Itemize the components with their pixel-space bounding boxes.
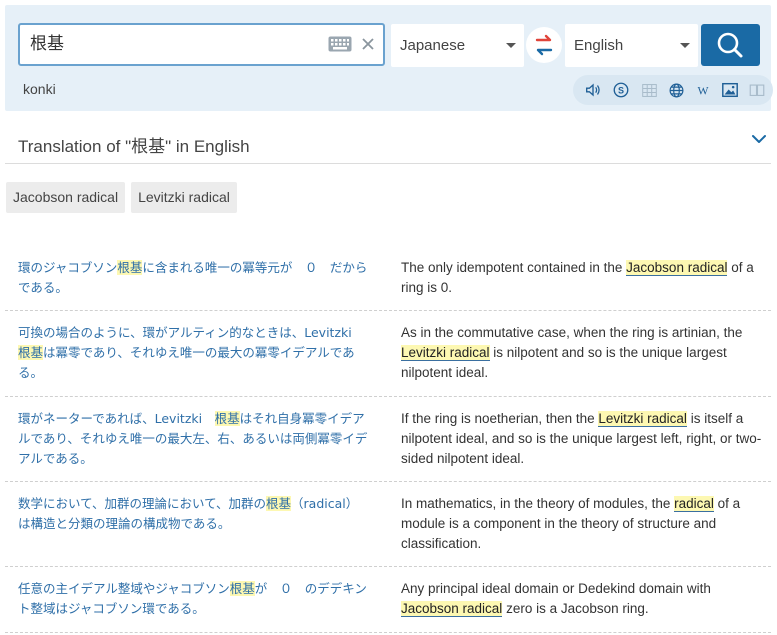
source-highlight: 根基 bbox=[214, 411, 240, 426]
romanization-text: konki bbox=[23, 81, 56, 97]
search-icon bbox=[717, 32, 743, 58]
svg-text:S: S bbox=[618, 86, 624, 96]
example-sentences: 環のジャコブソン根基に含まれる唯一の冪等元が ０ だからである。 The onl… bbox=[5, 246, 771, 633]
source-language-label: Japanese bbox=[400, 37, 466, 54]
swap-languages-button[interactable] bbox=[526, 27, 562, 63]
source-text: 環がネーターであれば、Levitzki bbox=[18, 411, 215, 426]
example-source: 環のジャコブソン根基に含まれる唯一の冪等元が ０ だからである。 bbox=[18, 258, 370, 298]
source-text: は冪零であり、それゆえ唯一の最大の冪零イデアルである。 bbox=[18, 345, 355, 380]
source-highlight: 根基 bbox=[117, 260, 143, 275]
example-source: 任意の主イデアル整域やジャコブソン根基が ０ のデデキント整域はジャコブソン環で… bbox=[18, 579, 370, 619]
source-language-select[interactable]: Japanese bbox=[391, 24, 524, 67]
chevron-down-icon[interactable] bbox=[751, 131, 767, 147]
example-row: 数学において、加群の理論において、加群の根基（radical） は構造と分類の理… bbox=[5, 482, 771, 567]
example-target: In mathematics, in the theory of modules… bbox=[401, 494, 763, 554]
example-source: 数学において、加群の理論において、加群の根基（radical） は構造と分類の理… bbox=[18, 494, 370, 534]
example-target: If the ring is noetherian, then the Levi… bbox=[401, 409, 763, 469]
keyboard-icon[interactable] bbox=[328, 36, 352, 52]
example-row: 任意の主イデアル整域やジャコブソン根基が ０ のデデキント整域はジャコブソン環で… bbox=[5, 567, 771, 633]
chevron-down-icon bbox=[506, 43, 516, 48]
example-target: The only idempotent contained in the Jac… bbox=[401, 258, 763, 298]
wikipedia-icon[interactable]: W bbox=[693, 80, 713, 100]
tools-toolbar: S W bbox=[573, 75, 773, 105]
search-button[interactable] bbox=[701, 24, 760, 66]
svg-text:W: W bbox=[697, 85, 709, 98]
example-row: 環のジャコブソン根基に含まれる唯一の冪等元が ０ だからである。 The onl… bbox=[5, 246, 771, 311]
target-text: The only idempotent contained in the bbox=[401, 260, 627, 275]
translation-chip[interactable]: Levitzki radical bbox=[131, 182, 237, 213]
example-row: 環がネーターであれば、Levitzki 根基はそれ自身冪零イデアルであり、それゆ… bbox=[5, 397, 771, 482]
search-bar: Japanese English konki S W bbox=[5, 5, 773, 111]
target-text: As in the commutative case, when the rin… bbox=[401, 325, 743, 340]
target-highlight: radical bbox=[674, 496, 714, 512]
target-text: In mathematics, in the theory of modules… bbox=[401, 496, 675, 511]
example-target: As in the commutative case, when the rin… bbox=[401, 323, 763, 383]
source-text: 任意の主イデアル整域やジャコブソン bbox=[18, 581, 230, 596]
target-text: If the ring is noetherian, then the bbox=[401, 411, 599, 426]
skype-icon[interactable]: S bbox=[611, 80, 631, 100]
source-text: 環のジャコブソン bbox=[18, 260, 118, 275]
target-text: zero is a Jacobson ring. bbox=[502, 601, 649, 616]
source-highlight: 根基 bbox=[229, 581, 255, 596]
target-highlight: Levitzki radical bbox=[401, 345, 490, 361]
translation-section-header[interactable]: Translation of "根基" in English bbox=[5, 122, 771, 164]
source-highlight: 根基 bbox=[18, 345, 44, 360]
close-icon[interactable] bbox=[360, 36, 376, 52]
example-source: 可換の場合のように、環がアルティン的なときは、Levitzki 根基は冪零であり… bbox=[18, 323, 370, 383]
target-text: Any principal ideal domain or Dedekind d… bbox=[401, 581, 711, 596]
search-box bbox=[18, 23, 385, 66]
image-icon[interactable] bbox=[720, 80, 740, 100]
search-input[interactable] bbox=[30, 25, 320, 64]
book-icon[interactable] bbox=[747, 80, 767, 100]
target-highlight: Jacobson radical bbox=[626, 260, 728, 276]
translation-chips: Jacobson radical Levitzki radical bbox=[6, 182, 237, 213]
speaker-icon[interactable] bbox=[583, 80, 603, 100]
target-highlight: Levitzki radical bbox=[598, 411, 687, 427]
target-language-label: English bbox=[574, 37, 624, 54]
target-language-select[interactable]: English bbox=[565, 24, 698, 67]
source-highlight: 根基 bbox=[266, 496, 292, 511]
source-text: 数学において、加群の理論において、加群の bbox=[18, 496, 267, 511]
example-target: Any principal ideal domain or Dedekind d… bbox=[401, 579, 763, 619]
grid-icon[interactable] bbox=[639, 80, 659, 100]
source-text: 可換の場合のように、環がアルティン的なときは、Levitzki bbox=[18, 325, 365, 340]
globe-icon[interactable] bbox=[666, 80, 686, 100]
target-highlight: Jacobson radical bbox=[401, 601, 503, 617]
translation-title: Translation of "根基" in English bbox=[18, 137, 250, 156]
example-source: 環がネーターであれば、Levitzki 根基はそれ自身冪零イデアルであり、それゆ… bbox=[18, 409, 370, 469]
swap-icon bbox=[535, 34, 553, 56]
example-row: 可換の場合のように、環がアルティン的なときは、Levitzki 根基は冪零であり… bbox=[5, 311, 771, 397]
chevron-down-icon bbox=[680, 43, 690, 48]
translation-chip[interactable]: Jacobson radical bbox=[6, 182, 126, 213]
